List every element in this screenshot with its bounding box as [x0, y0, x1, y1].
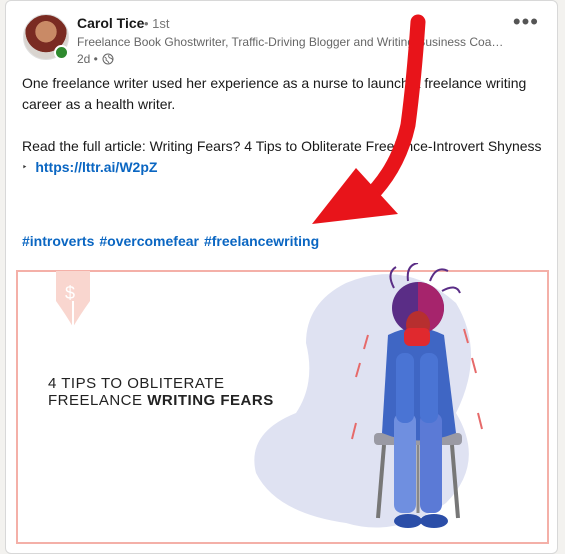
author-headline: Freelance Book Ghostwriter, Traffic-Driv…	[77, 35, 507, 49]
link-row: ‣ https://lttr.ai/W2pZ	[22, 157, 542, 178]
article-link[interactable]: https://lttr.ai/W2pZ	[35, 157, 157, 178]
image-title-line1: 4 TIPS TO OBLITERATE	[48, 375, 225, 392]
post-meta: 2d •	[77, 52, 114, 66]
post-time: 2d •	[77, 52, 98, 66]
globe-icon	[102, 53, 114, 65]
image-title-line2: FREELANCE WRITING FEARS	[48, 392, 274, 409]
hashtag-introverts[interactable]: #introverts	[22, 233, 94, 249]
post-text-paragraph: One freelance writer used her experience…	[22, 75, 527, 112]
online-status-icon	[54, 45, 69, 60]
post-image[interactable]: $ 4 TIPS TO OBLITERATE FREELANCE WRITING…	[16, 263, 549, 553]
image-title-prefix: FREELANCE	[48, 392, 148, 409]
connection-degree: • 1st	[144, 16, 170, 31]
pen-nib-logo: $	[56, 271, 90, 327]
post-body: One freelance writer used her experience…	[22, 73, 542, 178]
image-title-bold: WRITING FEARS	[147, 392, 274, 409]
hashtag-freelancewriting[interactable]: #freelancewriting	[204, 233, 319, 249]
bullet-icon: ‣	[22, 162, 28, 172]
article-text: Read the full article: Writing Fears? 4 …	[22, 138, 542, 154]
author-name[interactable]: Carol Tice	[77, 15, 144, 31]
hashtags: #introverts #overcomefear #freelancewrit…	[22, 233, 319, 249]
image-title: 4 TIPS TO OBLITERATE FREELANCE WRITING F…	[48, 375, 274, 409]
hashtag-overcomefear[interactable]: #overcomefear	[99, 233, 199, 249]
more-options-icon[interactable]: •••	[513, 9, 539, 35]
linkedin-post-card: Carol Tice • 1st Freelance Book Ghostwri…	[5, 0, 558, 554]
svg-text:$: $	[65, 283, 75, 303]
